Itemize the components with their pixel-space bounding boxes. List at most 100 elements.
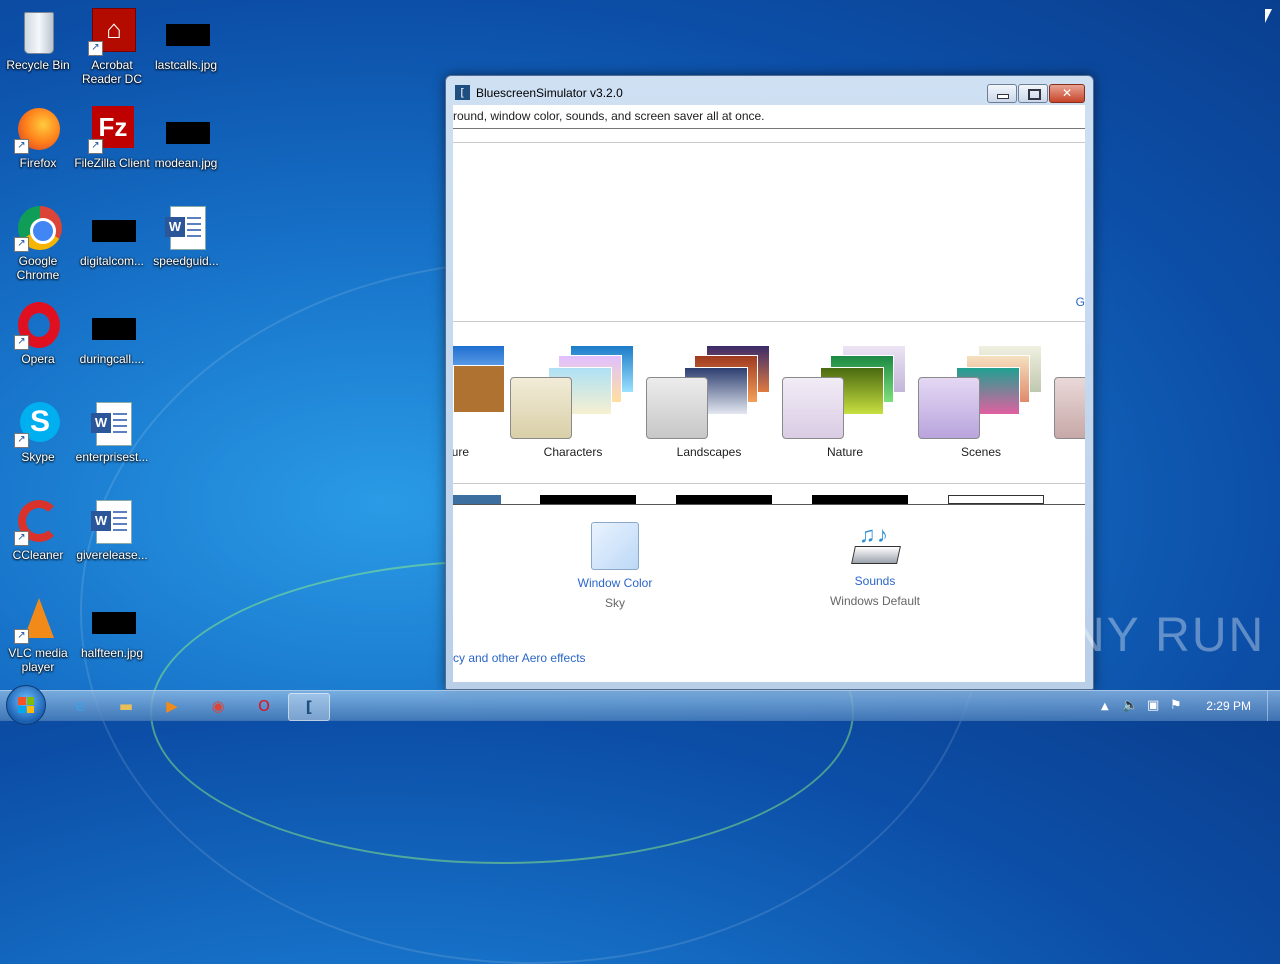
taskbar-ie[interactable]: e <box>60 693 100 719</box>
aero-effects-link[interactable]: cy and other Aero effects <box>453 651 586 665</box>
theme-item[interactable]: ure <box>453 345 505 459</box>
desktop-icon-label: halfteen.jpg <box>80 646 144 660</box>
desktop-icon-skype[interactable]: S ↗ Skype <box>0 400 76 464</box>
title-bar[interactable]: [ BluescreenSimulator v3.2.0 ✕ <box>446 76 1093 106</box>
divider <box>453 128 1085 129</box>
divider <box>453 483 1085 484</box>
window-color-setting[interactable]: Window Color Sky <box>555 522 675 610</box>
desktop-icon-halfteen[interactable]: halfteen.jpg <box>74 596 150 660</box>
desktop-icon-firefox[interactable]: ↗ Firefox <box>0 106 76 170</box>
theme-label: Characters <box>543 445 603 459</box>
desktop-icon-speedguid[interactable]: W speedguid... <box>148 204 224 268</box>
theme-bar[interactable] <box>948 495 1044 504</box>
maximize-button[interactable] <box>1018 84 1048 103</box>
window-color-value: Sky <box>604 596 625 610</box>
desktop-icon-acrobat[interactable]: ⌂ ↗ Acrobat Reader DC <box>74 8 150 86</box>
theme-landscapes[interactable]: Landscapes <box>646 345 776 459</box>
desktop-icon-label: speedguid... <box>153 254 219 268</box>
desktop-icon-label: Firefox <box>19 156 57 170</box>
desktop-icon-modean[interactable]: modean.jpg <box>148 106 224 170</box>
theme-label: Nature <box>826 445 864 459</box>
volume-icon[interactable]: 🔈 <box>1122 698 1138 713</box>
theme-nature[interactable]: Nature <box>782 345 912 459</box>
taskbar-opera[interactable]: O <box>244 693 284 719</box>
theme-scenes[interactable]: Scenes <box>918 345 1048 459</box>
theme-bar[interactable] <box>540 495 636 504</box>
minimize-button[interactable] <box>987 84 1017 103</box>
divider <box>453 321 1085 322</box>
sounds-link[interactable]: Sounds <box>815 574 935 588</box>
desktop-icon-label: digitalcom... <box>79 254 145 268</box>
theme-preview <box>453 345 505 415</box>
taskbar-chrome[interactable]: ◉ <box>198 693 238 719</box>
desktop-icon-vlc[interactable]: ↗ VLC media player <box>0 596 76 674</box>
desktop-icon-label: enterprisest... <box>75 450 149 464</box>
sounds-icon: ♫ ♪ <box>851 522 901 568</box>
desktop-icon-label: duringcall.... <box>79 352 145 366</box>
window-title: BluescreenSimulator v3.2.0 <box>476 86 623 100</box>
window-color-link[interactable]: Window Color <box>555 576 675 590</box>
description-text: round, window color, sounds, and screen … <box>453 109 765 123</box>
start-button[interactable] <box>6 685 46 725</box>
desktop-icon-giverelease[interactable]: W giverelease... <box>74 498 150 562</box>
sounds-setting[interactable]: ♫ ♪ Sounds Windows Default <box>815 522 935 608</box>
show-desktop-button[interactable] <box>1267 691 1280 721</box>
theme-label: Scenes <box>960 445 1002 459</box>
desktop-icon-label: Opera <box>21 352 55 366</box>
taskbar-explorer[interactable]: ▬ <box>106 693 146 719</box>
word-doc-icon: W <box>88 498 136 546</box>
desktop-icon-label: Skype <box>21 450 55 464</box>
firefox-icon: ↗ <box>14 106 62 154</box>
theme-bar[interactable] <box>812 495 908 504</box>
desktop-icon-label: modean.jpg <box>154 156 218 170</box>
desktop-icon-ccleaner[interactable]: ↗ CCleaner <box>0 498 76 562</box>
image-file-icon <box>88 204 136 252</box>
taskbar-bluescreen-simulator[interactable]: [ <box>288 693 330 721</box>
side-link[interactable]: G <box>1076 295 1085 309</box>
desktop-icon-lastcalls[interactable]: lastcalls.jpg <box>148 8 224 72</box>
theme-color-swatch <box>1054 377 1085 439</box>
personalization-panel: round, window color, sounds, and screen … <box>453 105 1085 682</box>
theme-item[interactable] <box>1054 345 1085 445</box>
taskbar-media-player[interactable]: ▶ <box>152 693 192 719</box>
system-clock[interactable]: 2:29 PM <box>1206 699 1251 713</box>
image-file-icon <box>88 302 136 350</box>
desktop-icon-label: FileZilla Client <box>74 156 150 170</box>
desktop-icon-enterprisest[interactable]: W enterprisest... <box>74 400 150 464</box>
network-icon[interactable]: ▣ <box>1147 698 1159 713</box>
desktop-icon-duringcall[interactable]: duringcall.... <box>74 302 150 366</box>
taskbar: e ▬ ▶ ◉ O [ ▲ 🔈 ▣ ⚑ 2:29 PM <box>0 685 1280 725</box>
theme-bar[interactable] <box>453 495 501 504</box>
action-center-icon[interactable]: ⚑ <box>1170 698 1182 713</box>
image-file-icon <box>162 106 210 154</box>
app-window: [ BluescreenSimulator v3.2.0 ✕ round, wi… <box>445 75 1094 690</box>
desktop-icon-digitalcom[interactable]: digitalcom... <box>74 204 150 268</box>
theme-bar[interactable] <box>676 495 772 504</box>
theme-color-swatch <box>646 377 708 439</box>
desktop-icon-recycle-bin[interactable]: Recycle Bin <box>0 8 76 72</box>
recycle-bin-icon <box>14 8 62 56</box>
close-button[interactable]: ✕ <box>1049 84 1085 103</box>
image-file-icon <box>162 8 210 56</box>
tray-overflow-icon[interactable]: ▲ <box>1101 701 1109 712</box>
desktop-icon-label: CCleaner <box>12 548 64 562</box>
vlc-icon: ↗ <box>14 596 62 644</box>
chrome-icon: ↗ <box>14 204 62 252</box>
divider <box>453 142 1085 143</box>
desktop-icon-filezilla[interactable]: Fz ↗ FileZilla Client <box>74 106 150 170</box>
desktop-icon-opera[interactable]: ↗ Opera <box>0 302 76 366</box>
theme-color-swatch <box>918 377 980 439</box>
opera-icon: ↗ <box>14 302 62 350</box>
desktop-icon-label: Recycle Bin <box>6 58 70 72</box>
word-doc-icon: W <box>88 400 136 448</box>
image-file-icon <box>88 596 136 644</box>
desktop-icon-label: VLC media player <box>8 646 68 674</box>
desktop-icon-chrome[interactable]: ↗ Google Chrome <box>0 204 76 282</box>
desktop-icon-label: giverelease... <box>76 548 148 562</box>
windows-logo-icon <box>18 697 34 713</box>
theme-color-swatch <box>510 377 572 439</box>
theme-label: Landscapes <box>676 445 742 459</box>
ccleaner-icon: ↗ <box>14 498 62 546</box>
desktop-icon-label: lastcalls.jpg <box>154 58 218 72</box>
theme-characters[interactable]: Characters <box>510 345 640 459</box>
